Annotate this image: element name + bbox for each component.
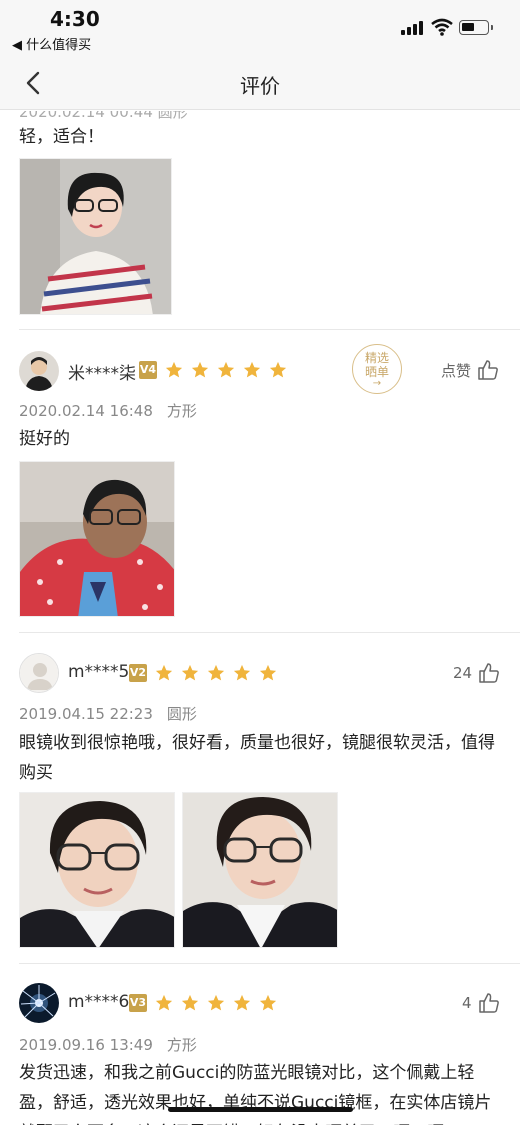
- star-icon: [181, 994, 199, 1011]
- cellular-signal-icon: [401, 21, 425, 35]
- rating-stars: [155, 664, 277, 682]
- product-variant: 方形: [166, 1036, 197, 1054]
- rating-stars: [165, 361, 287, 379]
- star-icon: [207, 664, 225, 681]
- back-to-app-link[interactable]: ◀ 什么值得买: [12, 34, 91, 53]
- review-meta: 2020.02.14 16:48 方形: [19, 400, 197, 421]
- review-divider: [19, 963, 520, 964]
- star-icon: [269, 361, 287, 378]
- username: m****5: [68, 662, 130, 682]
- rating-stars: [155, 994, 277, 1012]
- review-text: 发货迅速，和我之前Gucci的防蓝光眼镜对比，这个佩戴上轻盈，舒适，透光效果也好…: [19, 1063, 492, 1125]
- review-photo[interactable]: [19, 158, 172, 315]
- review-meta: 2020.02.14 00:44 圆形: [19, 111, 188, 121]
- like-button[interactable]: 点赞: [441, 359, 499, 381]
- featured-review-badge: 精选晒单 →: [352, 344, 402, 394]
- thumbs-up-icon: [478, 993, 499, 1013]
- battery-icon: [459, 20, 493, 35]
- star-icon: [233, 994, 251, 1011]
- like-label: 点赞: [441, 361, 472, 380]
- star-icon: [233, 664, 251, 681]
- review-photo[interactable]: [19, 792, 175, 948]
- review-photo[interactable]: [182, 792, 338, 948]
- status-bar: 4:30 ◀ 什么值得买: [0, 0, 520, 58]
- like-button[interactable]: 24: [453, 662, 500, 684]
- avatar[interactable]: [19, 351, 59, 391]
- product-variant: 圆形: [166, 705, 197, 723]
- avatar[interactable]: [19, 983, 59, 1023]
- review-divider: [19, 329, 520, 330]
- user-level-badge: V3: [129, 994, 147, 1012]
- user-level-badge: V2: [129, 664, 147, 682]
- review-date: 2019.09.16 13:49: [19, 1036, 153, 1054]
- review-text: 轻，适合！: [19, 127, 104, 147]
- like-count: 4: [462, 994, 472, 1012]
- like-button[interactable]: 4: [462, 992, 500, 1014]
- star-icon: [165, 361, 183, 378]
- star-icon: [191, 361, 209, 378]
- wifi-icon: [431, 18, 453, 36]
- star-icon: [155, 664, 173, 681]
- username: m****6: [68, 992, 130, 1012]
- featured-badge-label: 精选晒单: [364, 351, 389, 379]
- star-icon: [259, 994, 277, 1011]
- review-list[interactable]: 2020.02.14 00:44 圆形 轻，适合！ 米****柒 V4 精选晒单…: [0, 111, 520, 1125]
- star-icon: [207, 994, 225, 1011]
- review-meta: 2019.09.16 13:49 方形: [19, 1034, 197, 1055]
- review-date: 2020.02.14 16:48: [19, 402, 153, 420]
- arrow-right-icon: →: [372, 378, 382, 389]
- star-icon: [243, 361, 261, 378]
- star-icon: [181, 664, 199, 681]
- user-level-badge: V4: [139, 361, 157, 379]
- star-icon: [259, 664, 277, 681]
- navigation-bar: 评价: [0, 58, 520, 110]
- review-photo[interactable]: [19, 461, 175, 617]
- username: 米****柒: [68, 364, 136, 384]
- page-title: 评价: [240, 74, 280, 98]
- review-meta: 2019.04.15 22:23 圆形: [19, 703, 197, 724]
- home-indicator[interactable]: [168, 1107, 353, 1112]
- review-text: 眼镜收到很惊艳哦，很好看，质量也很好，镜腿很软灵活，值得购买: [19, 733, 495, 783]
- review-date: 2019.04.15 22:23: [19, 705, 153, 723]
- star-icon: [155, 994, 173, 1011]
- review-text: 挺好的: [19, 429, 70, 449]
- review-divider: [19, 632, 520, 633]
- product-variant: 方形: [166, 402, 197, 420]
- thumbs-up-icon: [478, 360, 498, 380]
- avatar[interactable]: [19, 653, 59, 693]
- star-icon: [217, 361, 235, 378]
- status-time: 4:30: [50, 7, 100, 31]
- thumbs-up-icon: [479, 663, 499, 683]
- like-count: 24: [453, 664, 473, 682]
